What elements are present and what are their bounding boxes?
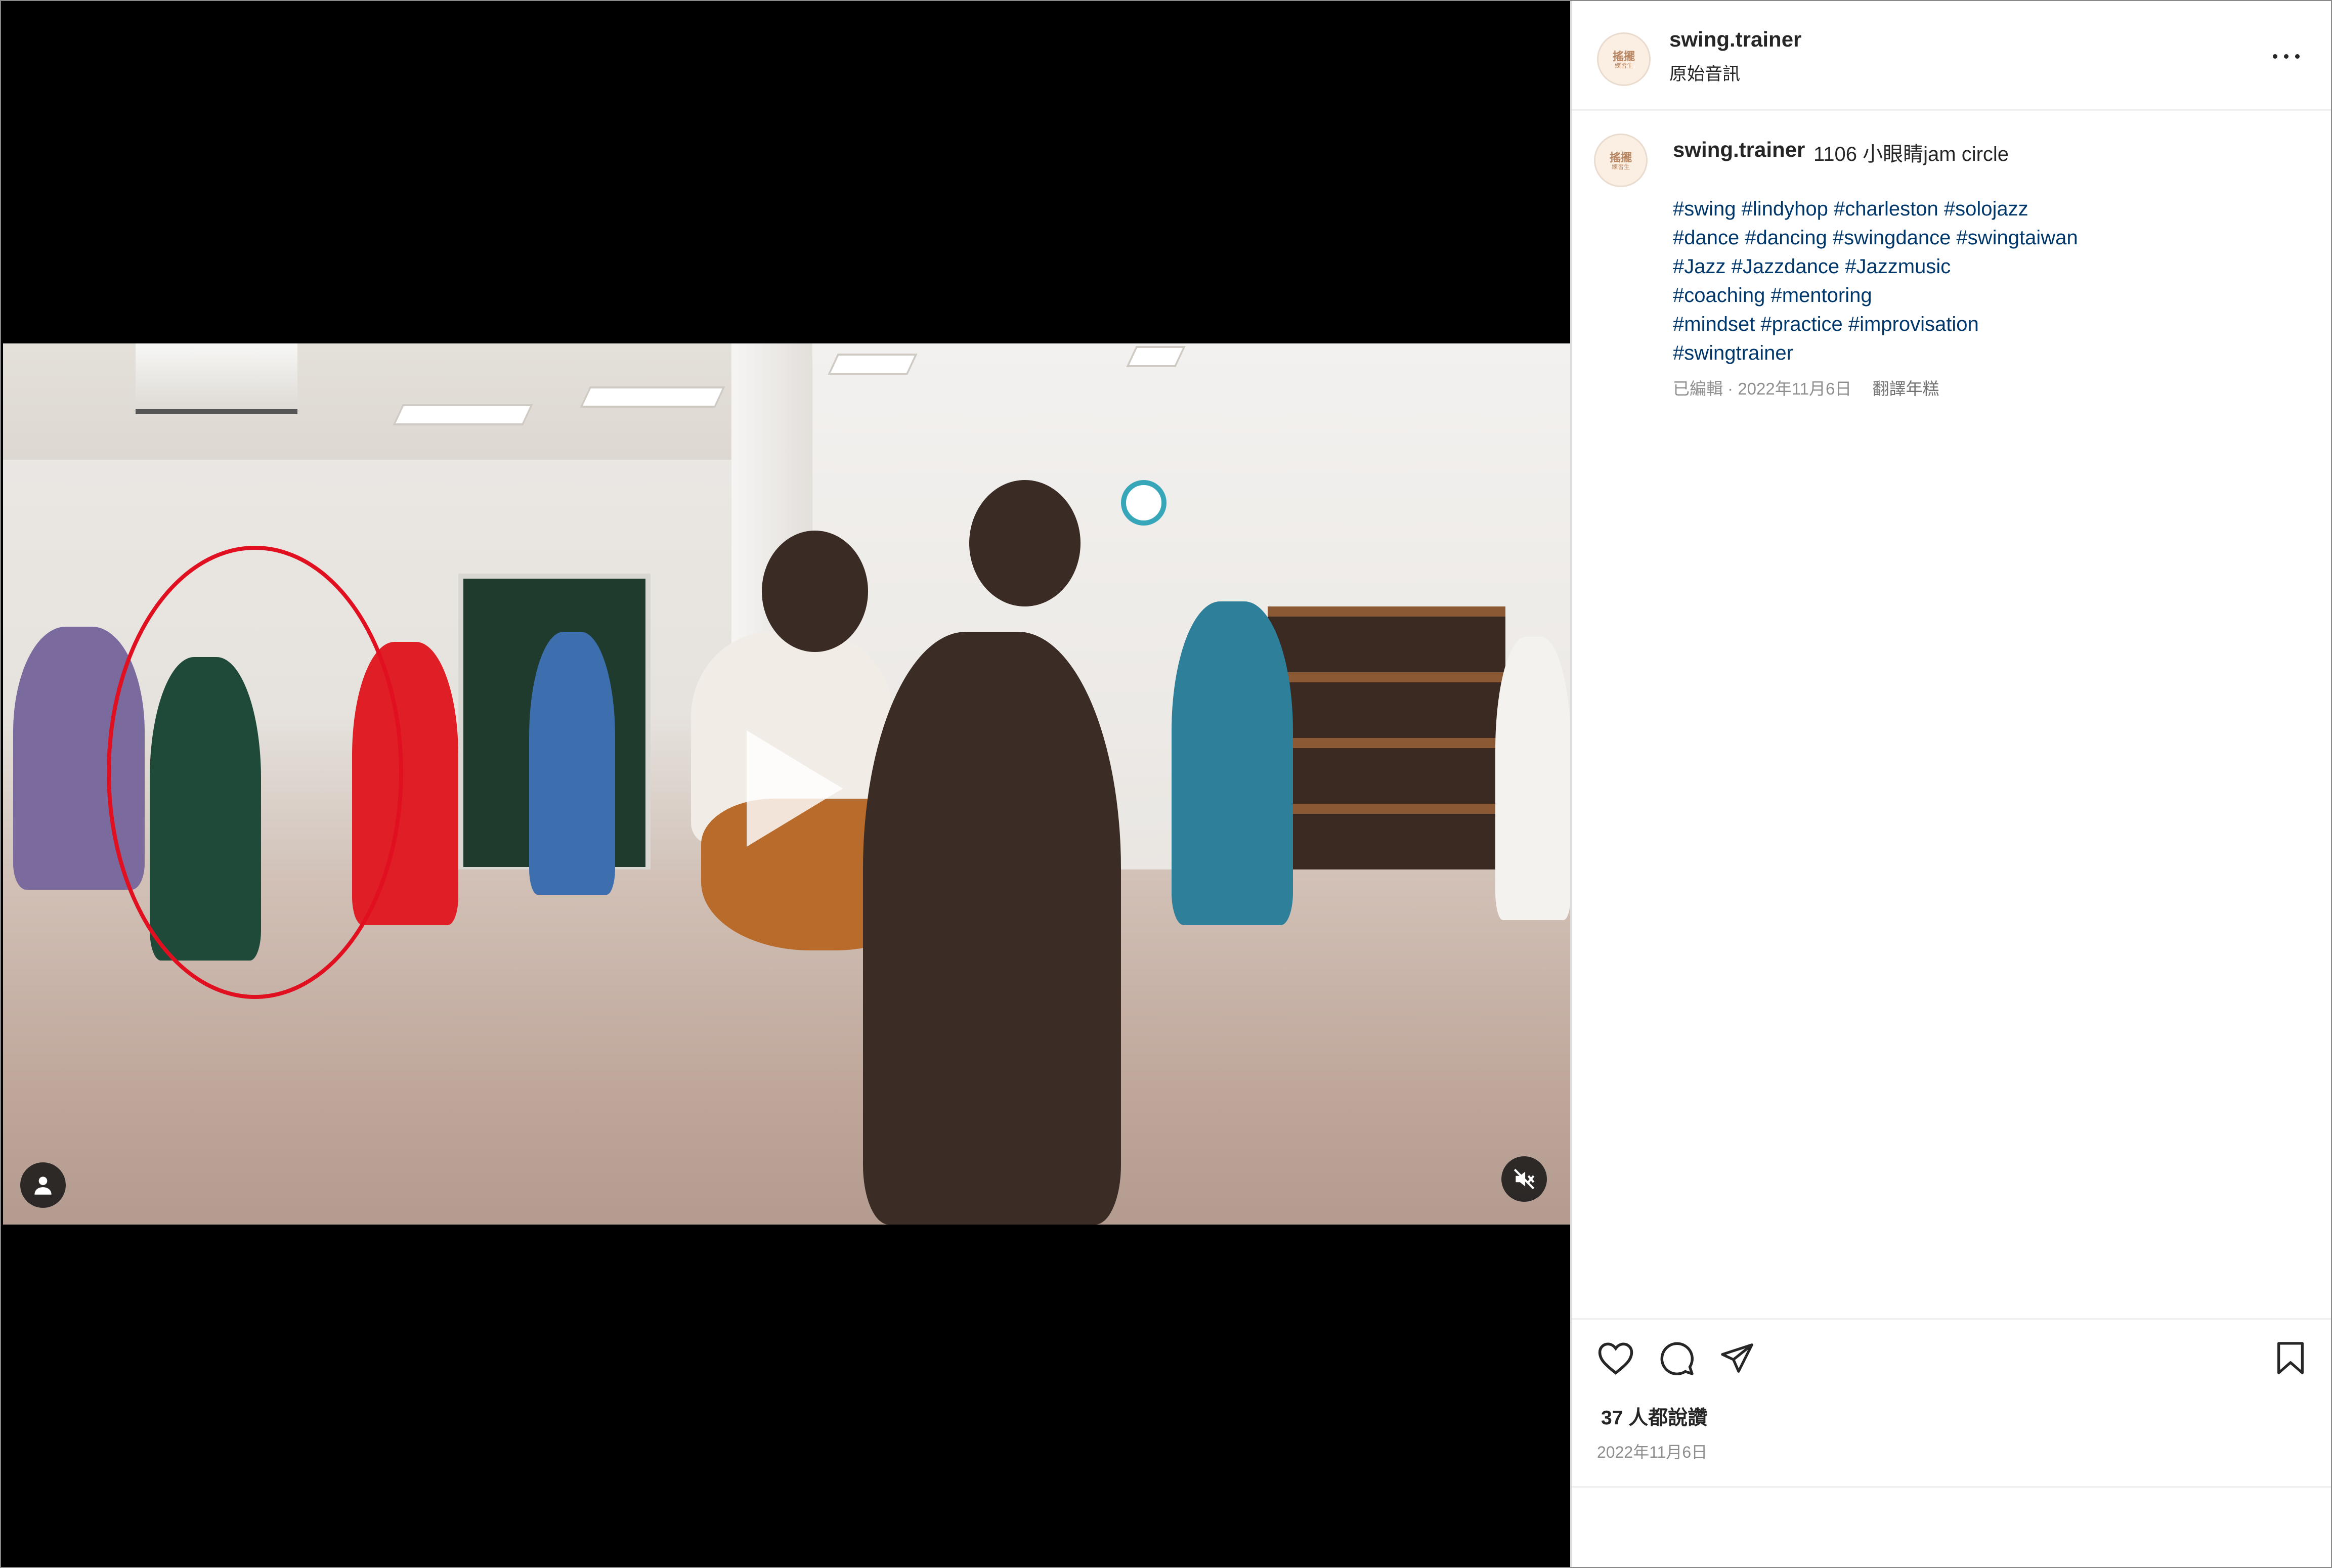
translate-link[interactable]: 翻譯年糕 [1873,379,1939,398]
video-scene-light [828,354,918,375]
caption-text: 1106 小眼睛jam circle [1813,143,2009,165]
post-viewer: 搖擺 練習生 swing.trainer 原始音訊 搖擺 練習生 swing.t… [0,0,2332,1568]
play-icon[interactable] [747,730,843,847]
hashtag-list: #swing #lindyhop #charleston #solojazz #… [1673,195,2078,368]
avatar-logo-subtext: 練習生 [1611,163,1630,170]
video-person [529,632,615,895]
video-scene-light [1126,346,1186,367]
user-icon [34,1177,52,1195]
post-header: 搖擺 練習生 swing.trainer 原始音訊 [1572,1,2331,111]
paper-plane-icon[interactable] [1719,1340,1755,1376]
video-person [1495,637,1570,920]
video-scene-clock [1121,480,1167,526]
annotation-circle [107,546,403,999]
hashtag-line[interactable]: #swing #lindyhop #charleston #solojazz [1673,195,2078,224]
hashtag-line[interactable]: #coaching #mentoring [1673,281,2078,310]
caption-meta: 已編輯 · 2022年11月6日 翻譯年糕 [1673,375,1939,400]
post-date: 2022年11月6日 [1597,1443,1708,1461]
video-scene-light [393,404,533,425]
comment-icon[interactable] [1659,1340,1695,1377]
avatar[interactable]: 搖擺 練習生 [1597,32,1651,86]
audio-label-link[interactable]: 原始音訊 [1669,60,1740,85]
video-person [1172,601,1293,925]
comment-box-divider [1572,1486,2331,1488]
mute-toggle-button[interactable] [1501,1156,1547,1202]
video-player[interactable] [3,343,1570,1225]
video-scene-air-conditioner [136,343,297,414]
tagged-users-button[interactable] [20,1162,66,1208]
media-area [1,1,1570,1567]
actions-divider [1572,1318,2331,1320]
likes-count-link[interactable]: 37 人都說讚 [1601,1402,1707,1430]
post-side-panel: 搖擺 練習生 swing.trainer 原始音訊 搖擺 練習生 swing.t… [1570,1,2331,1567]
hashtag-line[interactable]: #Jazz #Jazzdance #Jazzmusic [1673,252,2078,281]
ellipsis-icon [2295,54,2300,59]
caption-avatar[interactable]: 搖擺 練習生 [1594,134,1648,187]
bookmark-icon[interactable] [2275,1340,2306,1376]
hashtag-line[interactable]: #swingtrainer [1673,339,2078,368]
video-dancer-head [762,531,868,652]
hashtag-line[interactable]: #dance #dancing #swingdance #swingtaiwan [1673,224,2078,252]
more-options-button[interactable] [2269,38,2304,74]
video-scene-light [580,386,725,408]
ellipsis-icon [2284,54,2288,59]
caption-username-link[interactable]: swing.trainer [1673,138,1805,162]
avatar-logo-subtext: 練習生 [1614,62,1633,69]
heart-icon[interactable] [1597,1340,1634,1376]
hashtag-line[interactable]: #mindset #practice #improvisation [1673,310,2078,339]
header-username-link[interactable]: swing.trainer [1669,27,1801,52]
speaker-muted-icon [1514,1168,1535,1190]
ellipsis-icon [2273,54,2277,59]
video-dancer-head [969,480,1081,606]
video-dancer-suit [863,632,1121,1225]
edited-timestamp: 已編輯 · 2022年11月6日 [1673,379,1852,398]
video-scene-shelf [1268,606,1505,869]
